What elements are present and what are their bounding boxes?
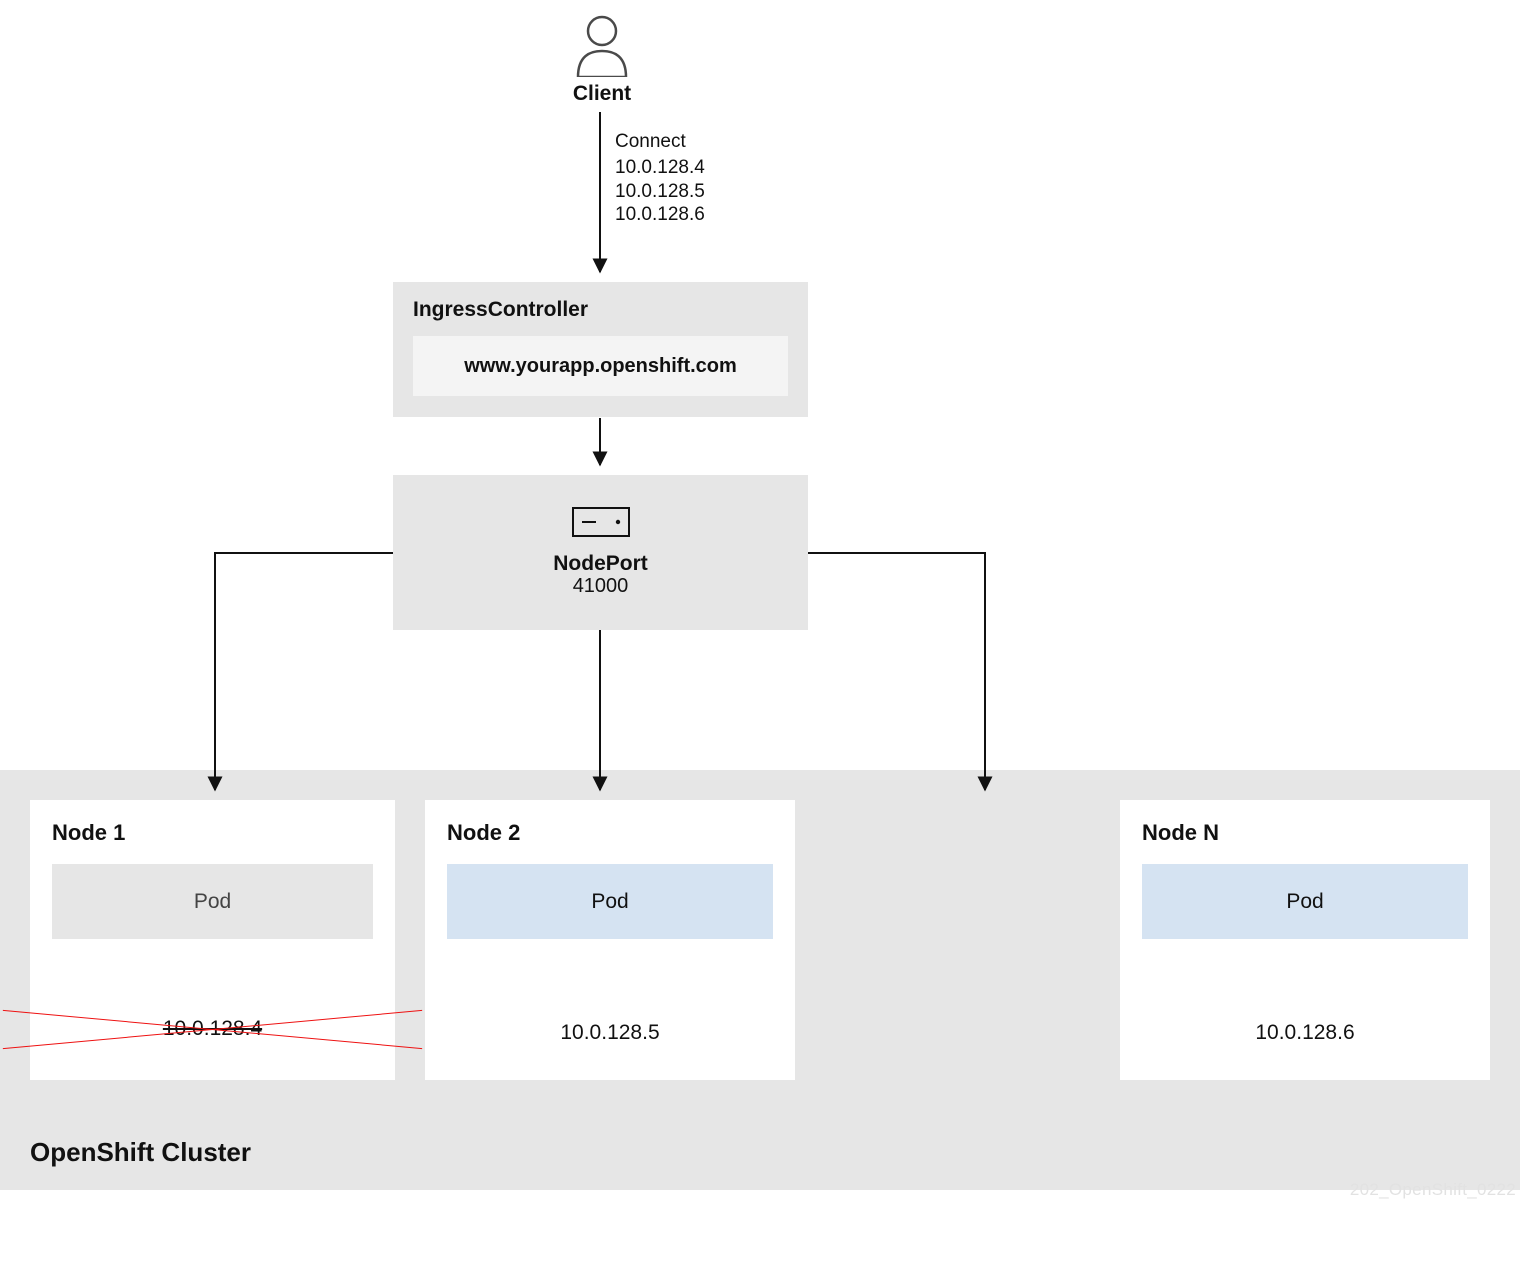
nodes-row: Node 1 Pod 10.0.128.4 Node 2 Pod 10.0.12…	[30, 800, 1490, 1080]
node-card-2: Node 2 Pod 10.0.128.5	[425, 800, 795, 1080]
node-card-n: Node N Pod 10.0.128.6	[1120, 800, 1490, 1080]
connect-ip: 10.0.128.6	[615, 203, 705, 227]
cluster-title: OpenShift Cluster	[30, 1137, 251, 1168]
connect-text: Connect 10.0.128.4 10.0.128.5 10.0.128.6	[615, 130, 705, 227]
node-title: Node N	[1142, 820, 1468, 846]
connect-label: Connect	[615, 130, 705, 154]
connect-ip: 10.0.128.5	[615, 180, 705, 204]
node-title: Node 2	[447, 820, 773, 846]
nodeport-title: NodePort	[553, 552, 648, 575]
server-icon	[572, 507, 630, 542]
node-ip-text: 10.0.128.4	[147, 1013, 278, 1045]
node-ip: 10.0.128.6	[1120, 1021, 1490, 1045]
client-label: Client	[552, 82, 652, 106]
footer-code: 202_OpenShift_0222	[1350, 1180, 1516, 1200]
pod-bar: Pod	[1142, 864, 1468, 939]
ingress-title: IngressController	[413, 298, 788, 322]
ingress-url: www.yourapp.openshift.com	[413, 336, 788, 396]
nodeport-box: NodePort 41000	[393, 475, 808, 630]
pod-bar: Pod	[52, 864, 373, 939]
node-ip: 10.0.128.5	[425, 1021, 795, 1045]
nodeport-port: 41000	[573, 575, 629, 598]
openshift-cluster: Node 1 Pod 10.0.128.4 Node 2 Pod 10.0.12…	[0, 770, 1520, 1190]
node-card-1: Node 1 Pod 10.0.128.4	[30, 800, 395, 1080]
client-icon	[572, 15, 632, 77]
ingress-controller-box: IngressController www.yourapp.openshift.…	[393, 282, 808, 417]
node-title: Node 1	[52, 820, 373, 846]
connect-ip: 10.0.128.4	[615, 156, 705, 180]
pod-bar: Pod	[447, 864, 773, 939]
node-ip-crossed: 10.0.128.4	[30, 1013, 395, 1045]
